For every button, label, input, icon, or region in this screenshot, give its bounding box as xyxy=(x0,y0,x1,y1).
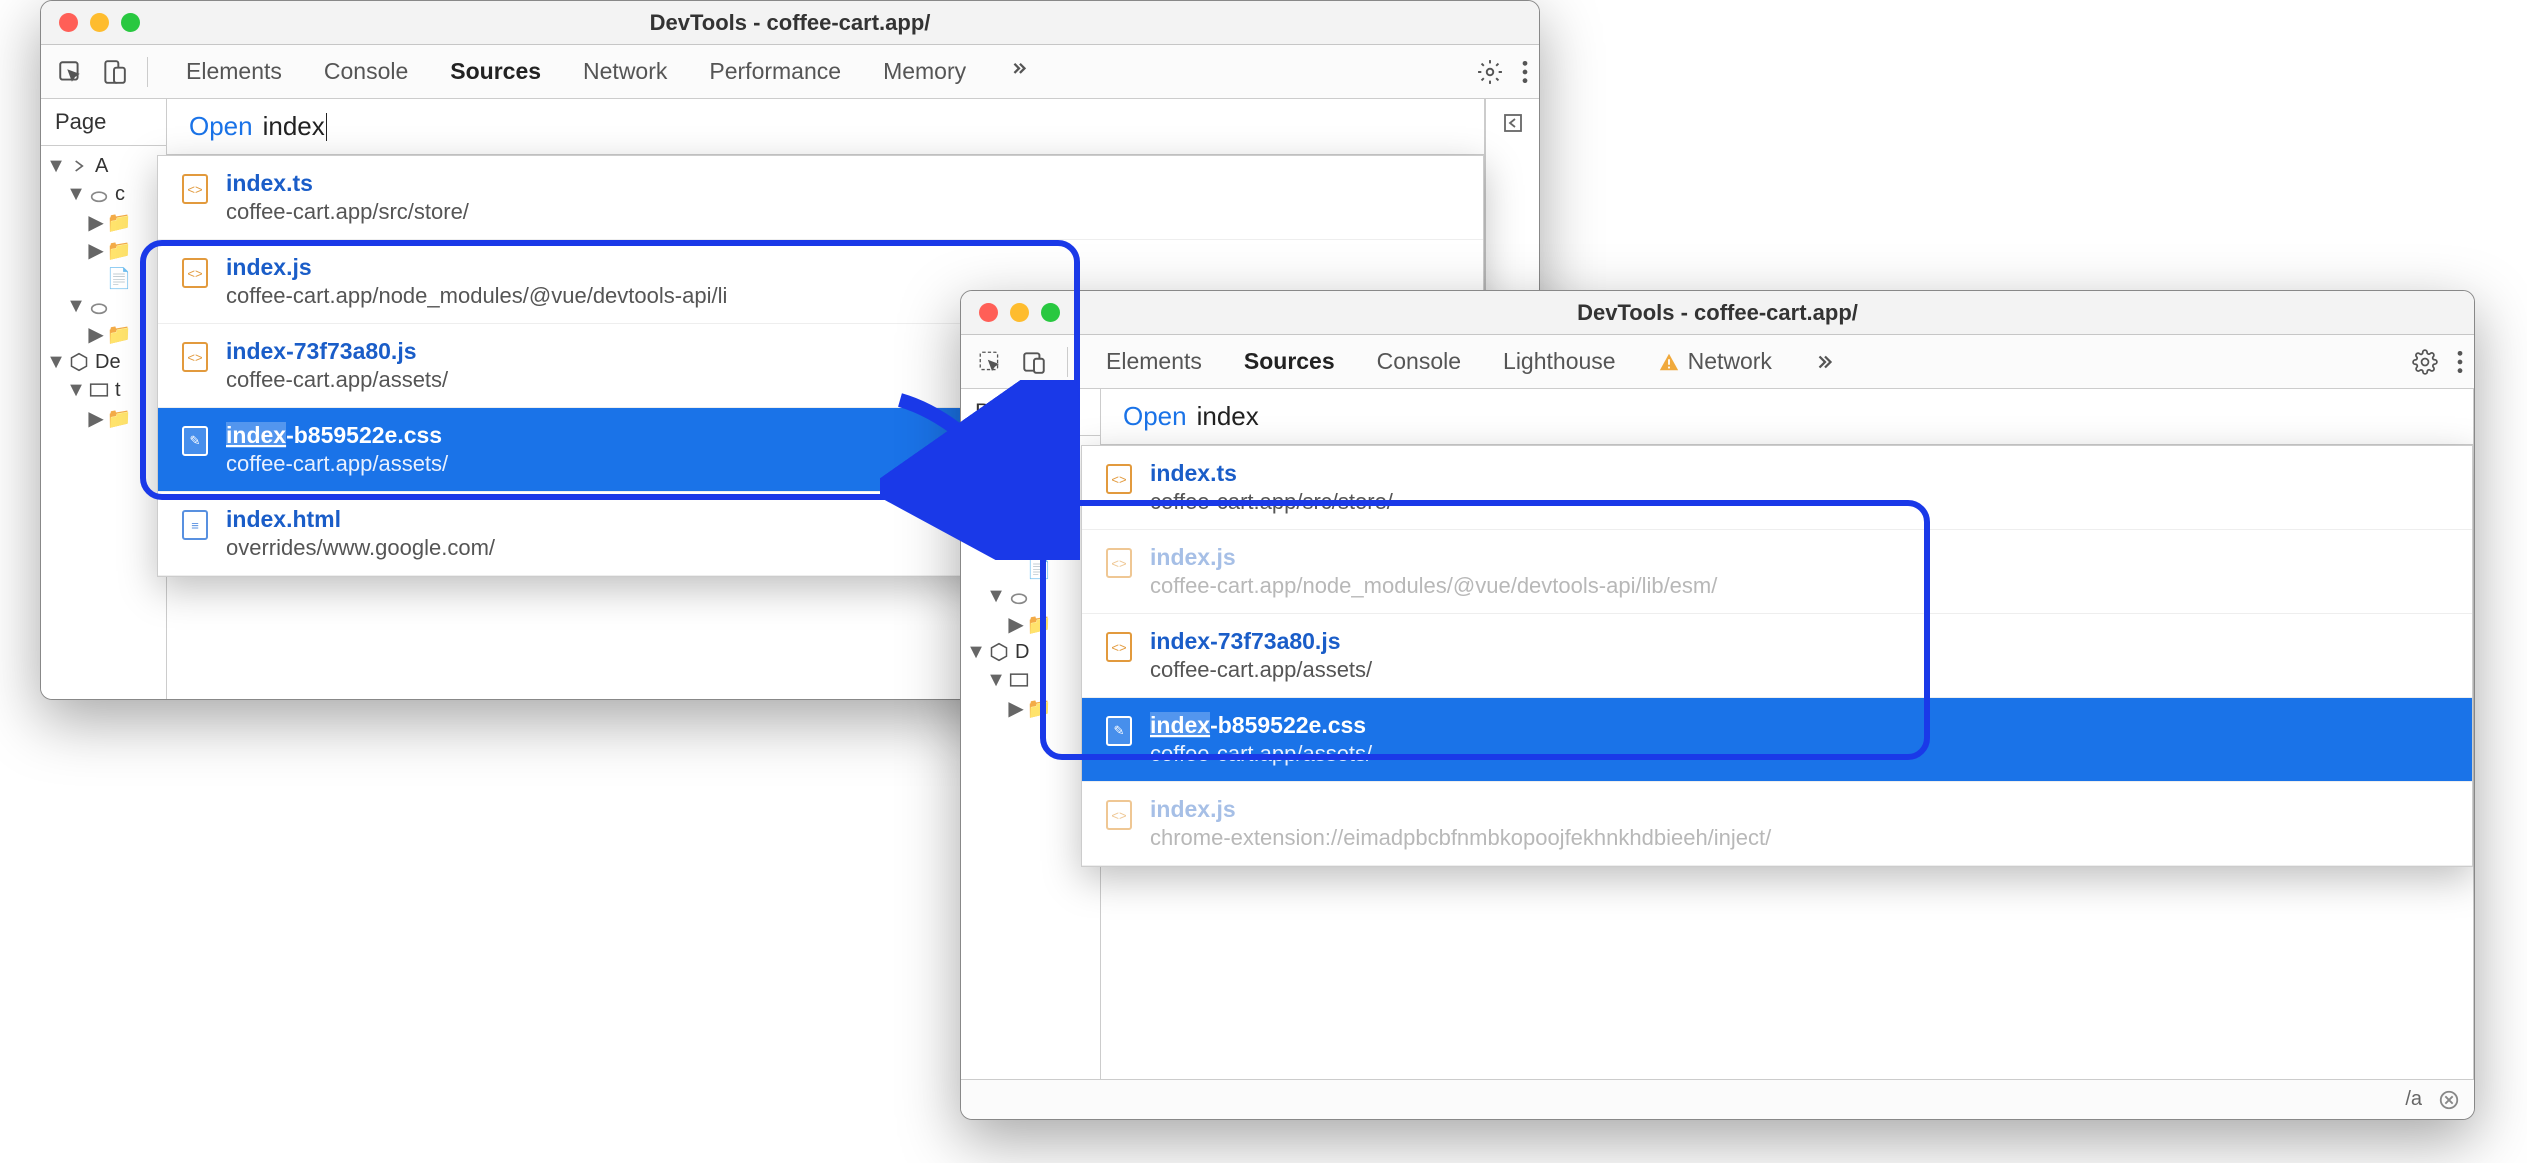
tree-row[interactable]: ▶📁 xyxy=(965,526,1096,554)
css-file-icon: ✎ xyxy=(1106,716,1132,746)
window-title: DevTools - coffee-cart.app/ xyxy=(979,300,2456,326)
window-controls xyxy=(59,13,140,32)
tab-console[interactable]: Console xyxy=(324,58,408,85)
page-tab[interactable]: Page xyxy=(961,389,1100,436)
window-title: DevTools - coffee-cart.app/ xyxy=(59,10,1521,36)
result-item[interactable]: <> index.js chrome-extension://eimadpbcb… xyxy=(1082,782,2472,866)
result-item[interactable]: <> index.ts coffee-cart.app/src/store/ xyxy=(158,156,1483,240)
tree-row[interactable]: 📄 xyxy=(45,264,162,292)
command-menu[interactable]: Open index xyxy=(167,99,1484,155)
tab-network[interactable]: Network xyxy=(1658,348,1772,375)
tree-row[interactable]: ▼ xyxy=(45,292,162,320)
more-tabs-icon[interactable] xyxy=(1008,61,1030,83)
toolbar: Elements Console Sources Network Perform… xyxy=(41,45,1539,99)
devtools-window-2: DevTools - coffee-cart.app/ Elements Sou… xyxy=(960,290,2475,1120)
script-file-icon: <> xyxy=(1106,800,1132,830)
tree-row[interactable]: ▶📁 xyxy=(965,610,1096,638)
close-icon[interactable] xyxy=(59,13,78,32)
tree-row[interactable]: ▶📁 xyxy=(45,320,162,348)
more-icon[interactable] xyxy=(1521,59,1529,85)
status-bar: /a xyxy=(961,1079,2474,1119)
script-file-icon: <> xyxy=(182,258,208,288)
script-file-icon: <> xyxy=(1106,548,1132,578)
page-tab[interactable]: Page xyxy=(41,99,166,146)
script-file-icon: <> xyxy=(1106,632,1132,662)
tree-row[interactable]: ▶📁 xyxy=(965,498,1096,526)
command-menu[interactable]: Open index xyxy=(1101,389,2473,445)
tree-row[interactable]: ▼De xyxy=(45,348,162,376)
result-item[interactable]: <> index.js coffee-cart.app/node_modules… xyxy=(1082,530,2472,614)
tab-memory[interactable]: Memory xyxy=(883,58,966,85)
inspect-icon[interactable] xyxy=(51,53,89,91)
tree-row[interactable]: ▶📁 xyxy=(965,694,1096,722)
tab-sources[interactable]: Sources xyxy=(1244,348,1335,375)
device-toggle-icon[interactable] xyxy=(95,53,133,91)
tree-row[interactable]: ▶📁 xyxy=(45,208,162,236)
divider xyxy=(1067,347,1068,377)
result-item[interactable]: <> index.ts coffee-cart.app/src/store/ xyxy=(1082,446,2472,530)
tab-lighthouse[interactable]: Lighthouse xyxy=(1503,348,1616,375)
divider xyxy=(147,57,148,87)
tab-performance[interactable]: Performance xyxy=(709,58,841,85)
tree-row[interactable]: ▼A xyxy=(45,152,162,180)
tree-row[interactable]: ▼t xyxy=(45,376,162,404)
text-cursor xyxy=(326,113,328,141)
toolbar: Elements Sources Console Lighthouse Netw… xyxy=(961,335,2474,389)
settings-icon[interactable] xyxy=(2412,349,2438,375)
tab-sources[interactable]: Sources xyxy=(450,58,541,85)
results-dropdown: <> index.ts coffee-cart.app/src/store/ <… xyxy=(1081,445,2473,867)
search-query: index xyxy=(263,111,325,142)
tab-elements[interactable]: Elements xyxy=(186,58,282,85)
script-file-icon: <> xyxy=(182,342,208,372)
error-icon[interactable] xyxy=(2438,1089,2460,1111)
titlebar: DevTools - coffee-cart.app/ xyxy=(41,1,1539,45)
sidebar: Page ▼A ▼c ▶📁 ▶📁 📄 ▼ ▶📁 ▼De ▼t ▶📁 xyxy=(41,99,167,699)
window-controls xyxy=(979,303,1060,322)
titlebar: DevTools - coffee-cart.app/ xyxy=(961,291,2474,335)
tree-row[interactable]: ▼ xyxy=(965,582,1096,610)
settings-icon[interactable] xyxy=(1477,59,1503,85)
tree-row[interactable]: 📄 xyxy=(965,554,1096,582)
file-tree: ▼A ▼ ▶📁 ▶📁 📄 ▼ ▶📁 ▼D ▼ ▶📁 xyxy=(961,436,1100,728)
open-label: Open xyxy=(189,111,253,142)
tree-row[interactable]: ▼ xyxy=(965,470,1096,498)
script-file-icon: <> xyxy=(182,174,208,204)
result-item[interactable]: <> index-73f73a80.js coffee-cart.app/ass… xyxy=(1082,614,2472,698)
more-icon[interactable] xyxy=(2456,349,2464,375)
html-file-icon: ≡ xyxy=(182,510,208,540)
warning-icon xyxy=(1658,351,1680,373)
tab-elements[interactable]: Elements xyxy=(1106,348,1202,375)
tree-row[interactable]: ▶📁 xyxy=(45,404,162,432)
tree-row[interactable]: ▶📁 xyxy=(45,236,162,264)
file-tree: ▼A ▼c ▶📁 ▶📁 📄 ▼ ▶📁 ▼De ▼t ▶📁 xyxy=(41,146,166,438)
minimize-icon[interactable] xyxy=(90,13,109,32)
panel-tabs: Elements Console Sources Network Perform… xyxy=(186,58,1471,85)
css-file-icon: ✎ xyxy=(182,426,208,456)
sidebar: Page ▼A ▼ ▶📁 ▶📁 📄 ▼ ▶📁 ▼D ▼ ▶📁 xyxy=(961,389,1101,1079)
tab-console[interactable]: Console xyxy=(1377,348,1461,375)
tab-network[interactable]: Network xyxy=(583,58,667,85)
minimize-icon[interactable] xyxy=(1010,303,1029,322)
maximize-icon[interactable] xyxy=(121,13,140,32)
tree-row[interactable]: ▼D xyxy=(965,638,1096,666)
more-tabs-icon[interactable] xyxy=(1814,351,1836,373)
maximize-icon[interactable] xyxy=(1041,303,1060,322)
tree-row[interactable]: ▼ xyxy=(965,666,1096,694)
footer-text: /a xyxy=(2405,1088,2422,1111)
panel-tabs: Elements Sources Console Lighthouse Netw… xyxy=(1106,348,2406,375)
tree-row[interactable]: ▼c xyxy=(45,180,162,208)
result-item-selected[interactable]: ✎ index-b859522e.css coffee-cart.app/ass… xyxy=(1082,698,2472,782)
search-query: index xyxy=(1197,401,1259,432)
tree-row[interactable]: ▼A xyxy=(965,442,1096,470)
close-icon[interactable] xyxy=(979,303,998,322)
script-file-icon: <> xyxy=(1106,464,1132,494)
device-toggle-icon[interactable] xyxy=(1015,343,1053,381)
inspect-icon[interactable] xyxy=(971,343,1009,381)
open-label: Open xyxy=(1123,401,1187,432)
content: Page ▼A ▼ ▶📁 ▶📁 📄 ▼ ▶📁 ▼D ▼ ▶📁 Open inde… xyxy=(961,389,2474,1079)
main-pane: Open index <> index.ts coffee-cart.app/s… xyxy=(1101,389,2474,1079)
